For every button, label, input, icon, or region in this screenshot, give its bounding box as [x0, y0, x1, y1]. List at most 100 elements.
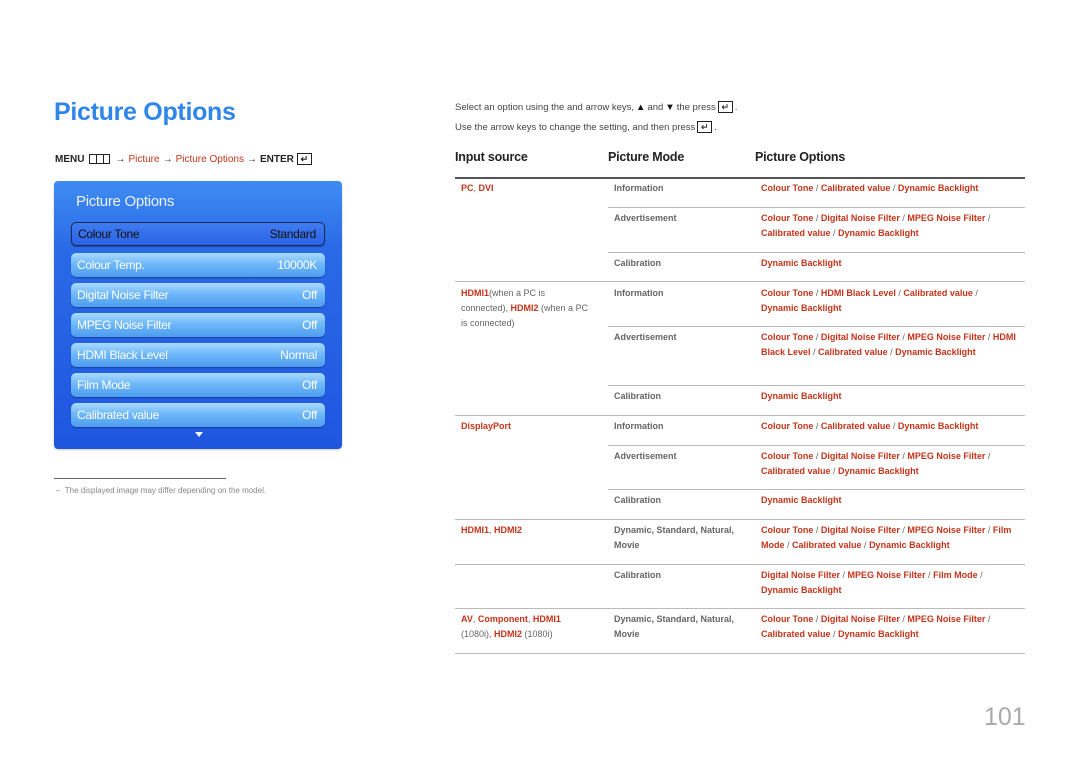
picture-option-name: HDMI Black Level	[820, 288, 896, 298]
table-row-divider	[608, 207, 1025, 208]
option-separator: /	[813, 614, 821, 624]
footnote-divider	[54, 478, 226, 479]
table-row-divider	[608, 326, 1025, 327]
table-row-divider	[608, 445, 1025, 446]
option-separator: /	[985, 213, 991, 223]
picture-option-name: MPEG Noise Filter	[907, 451, 986, 461]
table-row-divider	[608, 385, 1025, 386]
osd-item-value: Normal	[280, 348, 317, 362]
picture-options-cell: Colour Tone / HDMI Black Level / Calibra…	[761, 286, 1016, 316]
picture-option-name: Colour Tone	[761, 213, 814, 223]
picture-option-name: Digital Noise Filter	[761, 570, 841, 580]
osd-title: Picture Options	[76, 193, 175, 210]
input-source-cell: DisplayPort	[461, 419, 591, 434]
picture-option-name: Digital Noise Filter	[820, 614, 900, 624]
picture-option-name: Dynamic Backlight	[838, 465, 919, 476]
picture-option-name: Calibrated value	[820, 183, 891, 193]
osd-item-digital-noise-filter[interactable]: Digital Noise Filter Off	[71, 283, 325, 307]
input-source-name: DVI	[478, 183, 494, 193]
page-number: 101	[984, 703, 1026, 731]
picture-options-cell: Dynamic Backlight	[761, 256, 1016, 271]
picture-option-name: MPEG Noise Filter	[847, 570, 926, 580]
picture-option-name: Calibrated value	[903, 288, 973, 298]
input-source-cell: PC, DVI	[461, 181, 591, 196]
picture-option-name: Dynamic Backlight	[761, 258, 842, 268]
osd-item-colour-tone[interactable]: Colour Tone Standard	[71, 222, 325, 246]
picture-mode-cell: Calibration	[614, 495, 662, 505]
input-source-note: (1080i)	[522, 628, 553, 639]
option-separator: /	[813, 183, 821, 193]
picture-option-name: Colour Tone	[761, 288, 814, 298]
option-separator: /	[985, 451, 991, 461]
table-row-divider	[608, 252, 1025, 253]
scroll-down-arrow-icon[interactable]	[195, 432, 203, 437]
option-separator: /	[985, 614, 991, 624]
picture-option-name: Calibrated value	[761, 628, 831, 639]
option-separator: /	[890, 183, 898, 193]
option-separator: /	[972, 288, 978, 298]
column-header-picture-options: Picture Options	[755, 150, 846, 164]
picture-option-name: Colour Tone	[761, 332, 814, 342]
picture-option-name: Dynamic Backlight	[838, 628, 919, 639]
footnote-text: The displayed image may differ depending…	[64, 486, 267, 495]
input-source-name: HDMI2	[510, 302, 539, 313]
picture-mode-cell: Information	[614, 183, 664, 193]
option-separator: /	[985, 525, 993, 535]
picture-mode-cell: Information	[614, 288, 664, 298]
picture-options-cell: Colour Tone / Calibrated value / Dynamic…	[761, 419, 1016, 434]
picture-option-name: MPEG Noise Filter	[907, 614, 986, 624]
picture-mode-cell: Dynamic, Standard, Natural, Movie	[614, 614, 735, 639]
osd-item-mpeg-noise-filter[interactable]: MPEG Noise Filter Off	[71, 313, 325, 337]
option-separator: /	[840, 570, 848, 580]
picture-option-name: Film Mode	[933, 570, 978, 580]
picture-mode-cell: Advertisement	[614, 213, 677, 223]
osd-item-hdmi-black-level[interactable]: HDMI Black Level Normal	[71, 343, 325, 367]
input-source-cell: HDMI1(when a PC is connected), HDMI2 (wh…	[461, 286, 591, 330]
picture-option-name: Dynamic Backlight	[897, 183, 979, 193]
table-row-divider	[608, 489, 1025, 490]
enter-label: ENTER	[259, 153, 294, 165]
option-separator: /	[813, 213, 821, 223]
picture-option-name: Dynamic Backlight	[761, 584, 842, 595]
option-separator: /	[810, 346, 819, 357]
osd-item-calibrated-value[interactable]: Calibrated value Off	[71, 403, 325, 427]
osd-item-value: Off	[302, 378, 317, 392]
picture-option-name: Digital Noise Filter	[820, 525, 900, 535]
option-separator: /	[813, 332, 821, 342]
option-separator: /	[830, 227, 839, 238]
option-separator: /	[977, 570, 983, 580]
picture-options-cell: Dynamic Backlight	[761, 389, 1016, 404]
picture-option-name: Digital Noise Filter	[820, 213, 900, 223]
instruction-text: and	[647, 101, 664, 113]
picture-option-name: Calibrated value	[761, 227, 831, 238]
option-separator: /	[813, 421, 821, 431]
input-source-name: HDMI2	[494, 525, 523, 535]
picture-option-name: Colour Tone	[761, 421, 814, 431]
osd-item-value: Off	[302, 288, 317, 302]
osd-item-colour-temp[interactable]: Colour Temp. 10000K	[71, 253, 325, 277]
input-source-name: AV	[461, 614, 473, 624]
picture-option-name: Dynamic Backlight	[897, 421, 979, 431]
picture-option-name: Colour Tone	[761, 183, 814, 193]
osd-item-film-mode[interactable]: Film Mode Off	[71, 373, 325, 397]
picture-option-name: Dynamic Backlight	[761, 302, 842, 313]
picture-option-name: Calibrated value	[761, 465, 831, 476]
picture-mode-cell: Calibration	[614, 258, 662, 268]
option-separator: /	[925, 570, 934, 580]
instruction-text: .	[714, 121, 717, 133]
picture-option-name: Dynamic Backlight	[895, 346, 976, 357]
input-source-name: HDMI1	[461, 525, 490, 535]
option-separator: /	[890, 421, 898, 431]
osd-item-label: MPEG Noise Filter	[77, 318, 172, 332]
breadcrumb-arrow: →	[115, 153, 126, 165]
picture-option-name: MPEG Noise Filter	[907, 525, 986, 535]
table-row-divider	[455, 564, 1025, 565]
picture-option-name: Dynamic Backlight	[838, 227, 919, 238]
instruction-line-1: Select an option using the and arrow key…	[455, 101, 737, 113]
table-row-divider	[455, 519, 1025, 520]
picture-option-name: Dynamic Backlight	[761, 495, 842, 505]
instruction-line-2: Use the arrow keys to change the setting…	[455, 121, 717, 133]
column-header-picture-mode: Picture Mode	[608, 150, 685, 164]
osd-item-label: Colour Tone	[78, 227, 140, 241]
menu-label: MENU	[55, 153, 85, 165]
